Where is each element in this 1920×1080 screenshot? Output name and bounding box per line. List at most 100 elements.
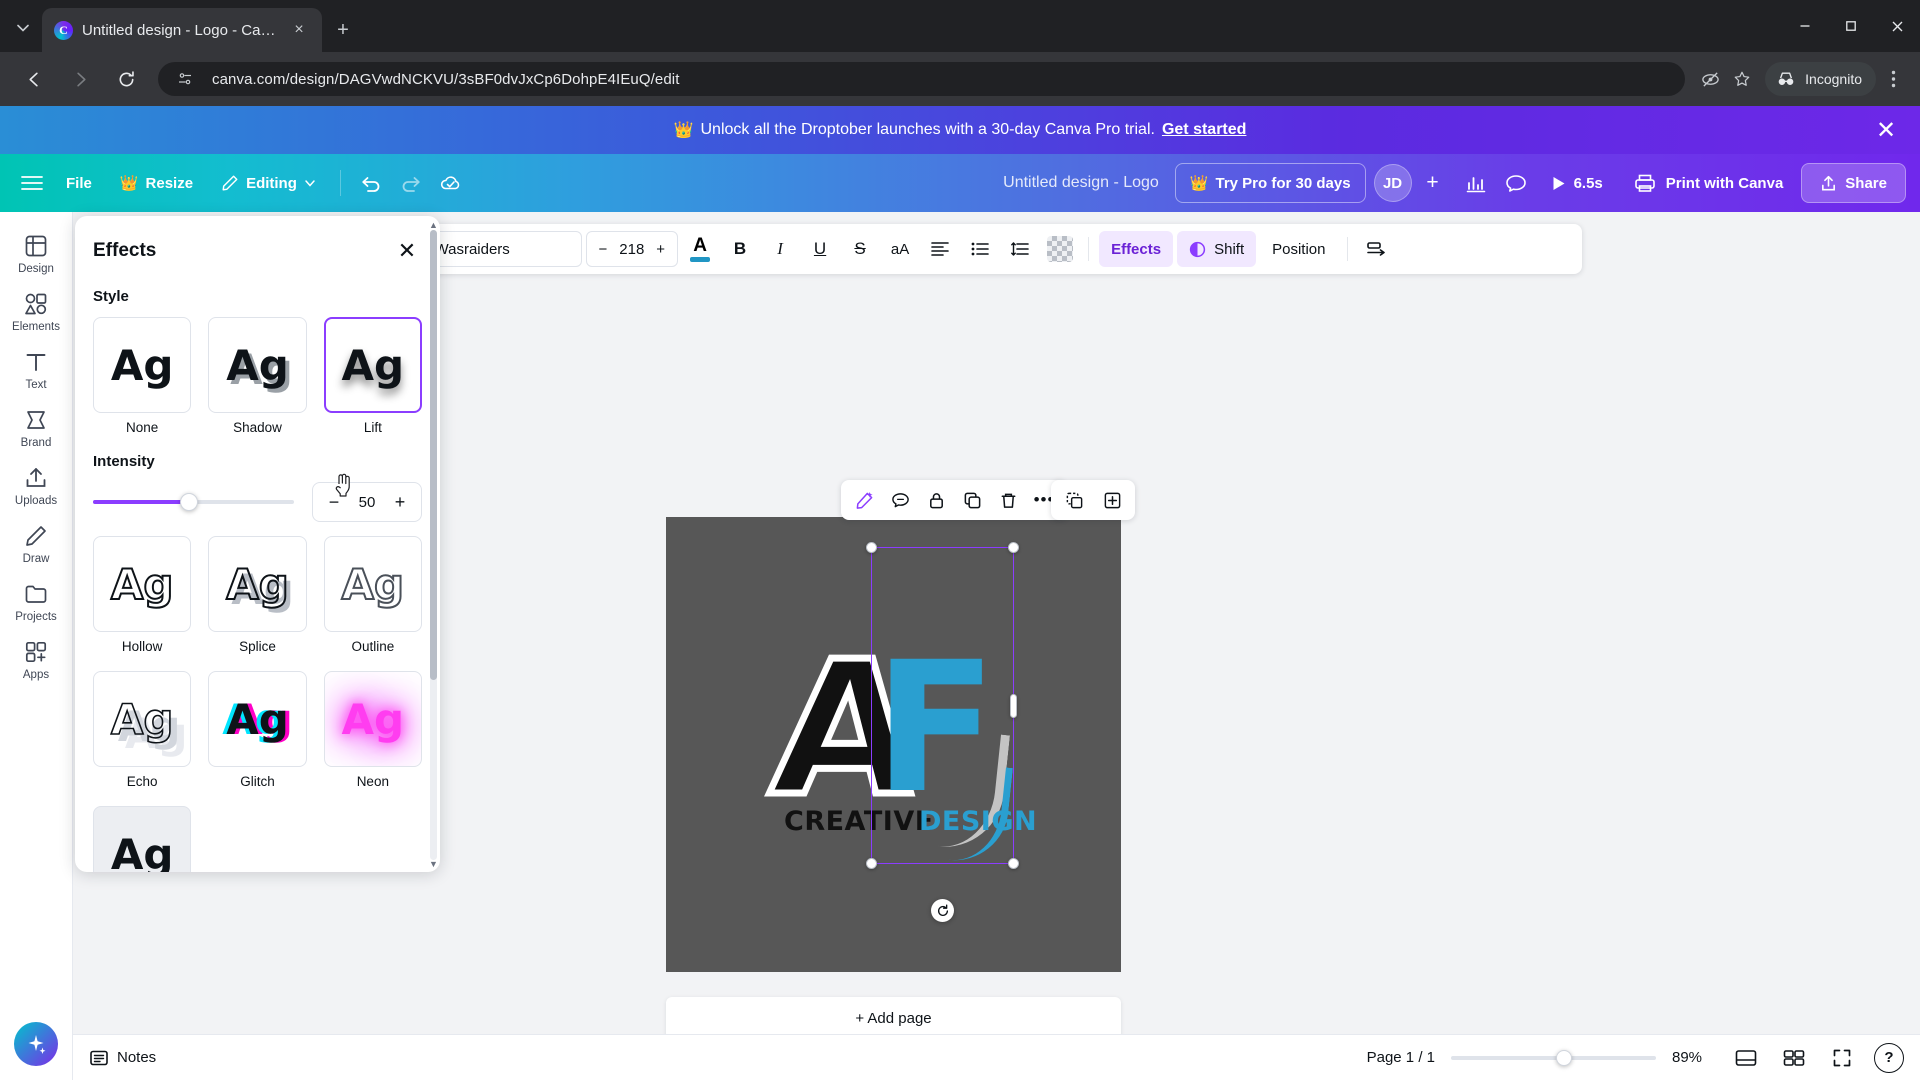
style-tile-echo[interactable]: Ag [93, 671, 192, 767]
style-option-lift[interactable]: Ag Lift [323, 317, 422, 435]
style-tile-glitch[interactable]: Ag [208, 671, 307, 767]
close-icon[interactable]: ✕ [392, 236, 422, 266]
print-with-canva-button[interactable]: Print with Canva [1619, 163, 1798, 203]
sidebar-item-draw[interactable]: Draw [2, 514, 70, 572]
incognito-indicator[interactable]: Incognito [1765, 62, 1876, 96]
minimize-icon[interactable] [1782, 0, 1828, 52]
add-page-button[interactable]: + Add page [666, 997, 1121, 1039]
intensity-slider[interactable] [93, 491, 294, 513]
scroll-up-icon[interactable]: ▲ [429, 220, 438, 230]
resize-handle-tl[interactable] [866, 542, 877, 553]
line-spacing-icon[interactable] [1002, 231, 1038, 267]
slider-knob[interactable] [180, 493, 199, 511]
style-tile-shadow[interactable]: Ag [208, 317, 307, 413]
style-option-background[interactable]: Ag [93, 806, 192, 872]
back-icon[interactable] [17, 62, 51, 96]
style-tile-background[interactable]: Ag [93, 806, 192, 872]
style-tile-outline[interactable]: Ag [323, 536, 422, 632]
bold-button[interactable]: B [722, 231, 758, 267]
effects-button[interactable]: Effects [1099, 231, 1174, 267]
magic-edit-icon[interactable] [847, 483, 881, 517]
forward-icon[interactable] [63, 62, 97, 96]
style-tile-lift[interactable]: Ag [323, 317, 422, 413]
bookmark-star-icon[interactable] [1727, 64, 1757, 94]
site-settings-icon[interactable] [170, 64, 200, 94]
sidebar-item-elements[interactable]: Elements [2, 282, 70, 340]
style-tile-splice[interactable]: Ag [208, 536, 307, 632]
add-collaborator-button[interactable]: + [1416, 166, 1450, 200]
panel-scrollbar-thumb[interactable] [430, 230, 437, 680]
style-option-glitch[interactable]: Ag Glitch [208, 671, 307, 789]
style-option-outline[interactable]: Ag Outline [323, 536, 422, 654]
font-size-increase[interactable]: + [656, 241, 665, 258]
style-tile-neon[interactable]: Ag [323, 671, 422, 767]
resize-handle-br[interactable] [1008, 858, 1019, 869]
shift-button[interactable]: Shift [1177, 231, 1257, 267]
insights-icon[interactable] [1458, 165, 1494, 201]
style-option-splice[interactable]: Ag Splice [208, 536, 307, 654]
reload-icon[interactable] [109, 62, 143, 96]
font-size-decrease[interactable]: − [599, 241, 608, 258]
style-option-shadow[interactable]: Ag Shadow [208, 317, 307, 435]
chrome-menu-icon[interactable] [1878, 64, 1908, 94]
document-title[interactable]: Untitled design - Logo [991, 174, 1171, 192]
panel-scrollbar[interactable] [430, 230, 437, 860]
pages-view-icon[interactable] [1778, 1042, 1810, 1074]
copy-style-icon[interactable] [1057, 483, 1091, 517]
share-button[interactable]: Share [1801, 163, 1906, 203]
present-button[interactable]: 6.5s [1538, 164, 1615, 202]
magic-sparkle-icon[interactable] [14, 1022, 58, 1066]
third-party-cookies-icon[interactable] [1695, 64, 1725, 94]
underline-button[interactable]: U [802, 231, 838, 267]
intensity-decrease-button[interactable]: − [325, 492, 343, 513]
tab-close-icon[interactable]: × [286, 17, 312, 43]
notes-button[interactable]: Notes [89, 1049, 156, 1067]
text-color-button[interactable]: A [682, 231, 718, 267]
sidebar-item-uploads[interactable]: Uploads [2, 456, 70, 514]
help-button[interactable]: ? [1874, 1042, 1904, 1073]
design-page[interactable]: A F CREATIVE DESIGN [666, 517, 1121, 972]
intensity-stepper[interactable]: − 50 + [312, 482, 422, 522]
undo-icon[interactable] [353, 165, 389, 201]
comment-icon[interactable] [883, 483, 917, 517]
list-icon[interactable] [962, 231, 998, 267]
sidebar-item-apps[interactable]: Apps [2, 630, 70, 688]
scroll-down-icon[interactable]: ▼ [429, 859, 438, 869]
style-tile-hollow[interactable]: Ag [93, 536, 192, 632]
font-size-stepper[interactable]: − 218 + [585, 231, 679, 267]
style-option-hollow[interactable]: Ag Hollow [93, 536, 192, 654]
style-option-echo[interactable]: Ag Echo [93, 671, 192, 789]
add-icon[interactable] [1095, 483, 1129, 517]
url-bar[interactable]: canva.com/design/DAGVwdNCKVU/3sBF0dvJxCp… [158, 62, 1686, 96]
sidebar-item-design[interactable]: Design [2, 224, 70, 282]
strikethrough-button[interactable]: S [842, 231, 878, 267]
promo-close-icon[interactable]: ✕ [1872, 116, 1900, 144]
position-button[interactable]: Position [1260, 231, 1337, 267]
cloud-saved-icon[interactable] [433, 165, 469, 201]
letter-case-button[interactable]: aA [882, 231, 918, 267]
new-tab-button[interactable]: + [330, 17, 356, 43]
comment-icon[interactable] [1498, 165, 1534, 201]
font-family-selector[interactable]: Wasraiders [421, 231, 582, 267]
intensity-increase-button[interactable]: + [391, 492, 409, 513]
file-menu-button[interactable]: File [54, 164, 104, 202]
grid-view-icon[interactable] [1730, 1042, 1762, 1074]
lock-icon[interactable] [919, 483, 953, 517]
style-option-none[interactable]: Ag None [93, 317, 192, 435]
fullscreen-icon[interactable] [1826, 1042, 1858, 1074]
maximize-icon[interactable] [1828, 0, 1874, 52]
redo-icon[interactable] [393, 165, 429, 201]
trash-icon[interactable] [991, 483, 1025, 517]
promo-get-started-link[interactable]: Get started [1162, 121, 1246, 139]
animate-icon[interactable] [1358, 231, 1394, 267]
style-option-neon[interactable]: Ag Neon [323, 671, 422, 789]
tab-search-button[interactable] [6, 11, 40, 45]
style-tile-none[interactable]: Ag [93, 317, 192, 413]
resize-handle-bl[interactable] [866, 858, 877, 869]
hamburger-menu-icon[interactable] [14, 165, 50, 201]
transparency-icon[interactable] [1042, 231, 1078, 267]
browser-tab[interactable]: C Untitled design - Logo - Canva × [42, 8, 322, 52]
zoom-knob[interactable] [1555, 1049, 1572, 1066]
rotate-handle-icon[interactable] [931, 899, 954, 922]
resize-handle-tr[interactable] [1008, 542, 1019, 553]
